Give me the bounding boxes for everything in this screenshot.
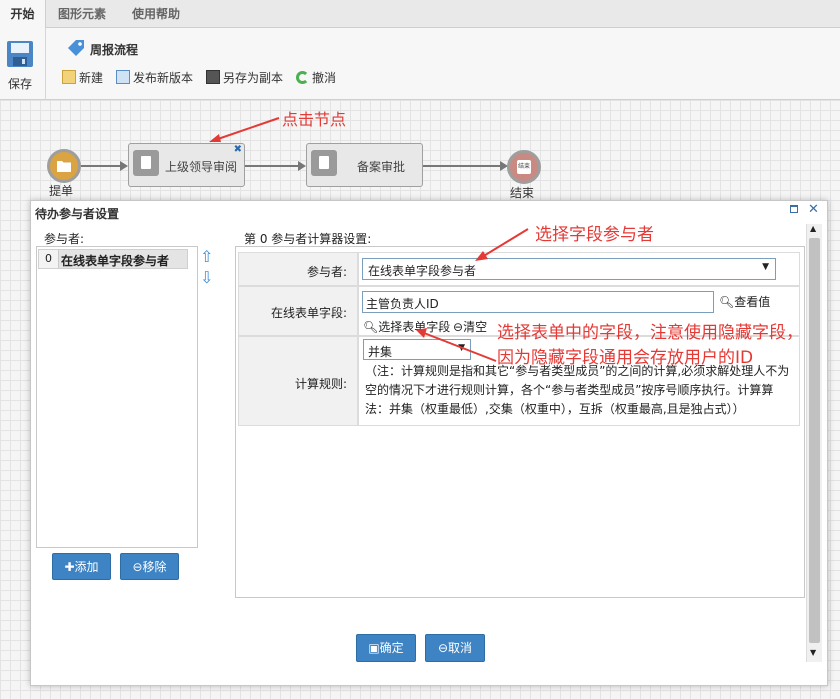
participant-field-value-cell: 在线表单字段参与者 ▼ [358,252,800,286]
search-icon: 🔍︎ [719,295,735,309]
search-icon: 🔍︎ [363,320,379,334]
view-value-link[interactable]: 🔍︎查看值 [719,293,770,310]
annotation-arrow-icon [209,117,280,142]
dialog-title: 待办参与者设置 [35,207,120,221]
start-node[interactable] [47,149,81,183]
scroll-down-icon[interactable]: ▼ [810,648,816,657]
participant-type-select[interactable]: 在线表单字段参与者 ▼ [362,258,776,280]
participant-index: 0 [39,250,59,268]
plus-icon: ✚ [64,560,75,574]
rule-select-value: 并集 [368,345,393,359]
flow-arrow-1 [120,161,128,171]
new-button[interactable]: 新建 [62,70,103,86]
close-icon[interactable]: ✕ [808,202,819,217]
annotation-select-field-participant: 选择字段参与者 [535,225,654,245]
save-label: 保存 [8,77,33,91]
ribbon-tabbar: 开始 图形元素 使用帮助 [0,0,840,29]
flow-name: 周报流程 [90,43,139,57]
participant-select-value: 在线表单字段参与者 [368,264,477,278]
minus-circle-icon: ⊖ [437,641,449,655]
tag-icon [68,40,84,56]
disk-icon [206,70,220,84]
annotation-select-form-field-2: 因为隐藏字段通用会存放用户的ID [497,348,754,368]
annotation-select-form-field-1: 选择表单中的字段，注意使用隐藏字段， [497,323,803,343]
end-node-inner: 结束 [517,160,531,174]
task-node-filing-approval[interactable]: 备案审批 [306,143,423,187]
flow-arrow-2 [298,161,306,171]
task-node-label: 上级领导审阅 [165,160,238,174]
flow-edge-3 [423,165,501,167]
undo-button[interactable]: 撤消 [296,70,336,86]
participants-list [36,246,198,548]
end-node-label: 结束 [510,186,535,200]
task-node-supervisor-review[interactable]: 上级领导审阅 ✖ [128,143,245,187]
participant-name: 在线表单字段参与者 [61,254,170,268]
cancel-button[interactable]: ⊖取消 [425,634,485,662]
tab-graphic-elements[interactable]: 图形元素 [58,0,106,28]
annotation-arrow-icon [475,228,529,261]
form-field-label-cell: 在线表单字段: [238,286,358,336]
add-participant-button[interactable]: ✚添加 [52,553,111,580]
form-field-value: 主管负责人ID [366,297,439,311]
remove-participant-button[interactable]: ⊖移除 [120,553,179,580]
scrollbar-thumb[interactable] [809,238,820,643]
floppy-disk-icon: ▣ [368,641,380,655]
annotation-click-node: 点击节点 [282,110,347,129]
document-icon [311,150,337,176]
participant-field-label-cell: 参与者: [238,252,358,286]
publish-icon [116,70,130,84]
ok-button[interactable]: ▣确定 [356,634,416,662]
participant-list-item[interactable]: 0 在线表单字段参与者 [38,249,188,269]
participant-field-label: 参与者: [306,265,347,279]
start-node-label: 提单 [49,184,74,198]
folder-icon [57,161,71,172]
rule-label: 计算规则: [294,377,347,391]
participants-label: 参与者: [44,232,85,246]
save-as-copy-button[interactable]: 另存为副本 [206,70,283,86]
save-button[interactable]: 保存 [0,28,46,100]
rule-note: （注：计算规则是指和其它“参与者类型成员”的之间的计算,必须求解处理人不为空的情… [365,364,790,416]
annotation-arrow-icon [416,328,497,362]
new-icon [62,70,76,84]
document-icon [133,150,159,176]
dialog-scrollbar[interactable]: ▲ ▼ [806,224,822,662]
flow-edge-2 [245,165,299,167]
refresh-icon [296,71,309,84]
form-field-input[interactable]: 主管负责人ID [362,291,714,313]
move-up-icon[interactable]: ⇧ [200,249,213,265]
scroll-up-icon[interactable]: ▲ [810,224,816,233]
maximize-icon[interactable] [790,205,798,213]
chevron-down-icon: ▼ [762,262,769,272]
node-close-icon[interactable]: ✖ [234,144,242,155]
form-field-label: 在线表单字段: [270,306,347,320]
task-node-label: 备案审批 [357,160,406,174]
rule-label-cell: 计算规则: [238,336,358,426]
tab-start[interactable]: 开始 [0,0,46,29]
minus-circle-icon: ⊖ [132,560,143,574]
ribbon-toolbar [0,28,840,100]
floppy-disk-icon [7,41,33,67]
flow-edge-1 [81,165,121,167]
publish-button[interactable]: 发布新版本 [116,70,193,86]
config-title: 第 0 参与者计算器设置: [244,232,372,246]
end-node[interactable]: 结束 [507,150,541,184]
move-down-icon[interactable]: ⇩ [200,270,213,286]
tab-help[interactable]: 使用帮助 [132,0,180,28]
